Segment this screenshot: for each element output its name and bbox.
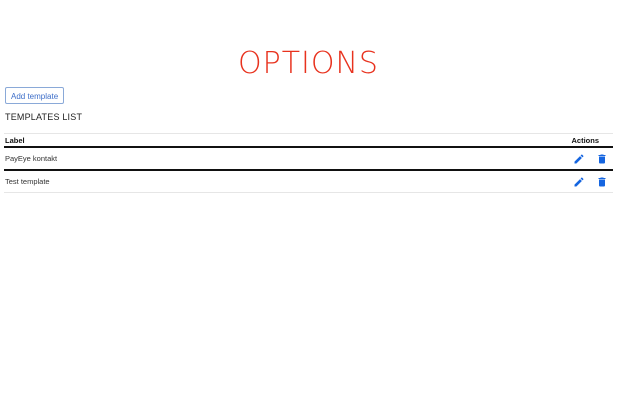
row-actions	[320, 170, 613, 193]
template-label: Test template	[4, 170, 321, 193]
template-label: PayEye kontakt	[4, 147, 321, 171]
options-page: OPTIONS Add template TEMPLATES LIST Labe…	[0, 0, 640, 400]
table-row: Test template	[4, 170, 613, 193]
row-actions	[320, 147, 613, 171]
table-row: PayEye kontakt	[4, 147, 613, 171]
trash-icon[interactable]	[596, 153, 608, 165]
add-template-button[interactable]: Add template	[5, 87, 65, 104]
page-title: OPTIONS	[238, 46, 379, 81]
pencil-icon[interactable]	[573, 176, 585, 188]
pencil-icon[interactable]	[573, 153, 585, 165]
templates-table: Label Actions PayEye kontakt Test templa…	[4, 133, 613, 193]
trash-icon[interactable]	[596, 176, 608, 188]
templates-list-heading: TEMPLATES LIST	[5, 112, 83, 122]
label-column-header: Label	[4, 133, 321, 148]
table-header-row: Label Actions	[4, 133, 613, 148]
actions-column-header: Actions	[320, 133, 613, 148]
